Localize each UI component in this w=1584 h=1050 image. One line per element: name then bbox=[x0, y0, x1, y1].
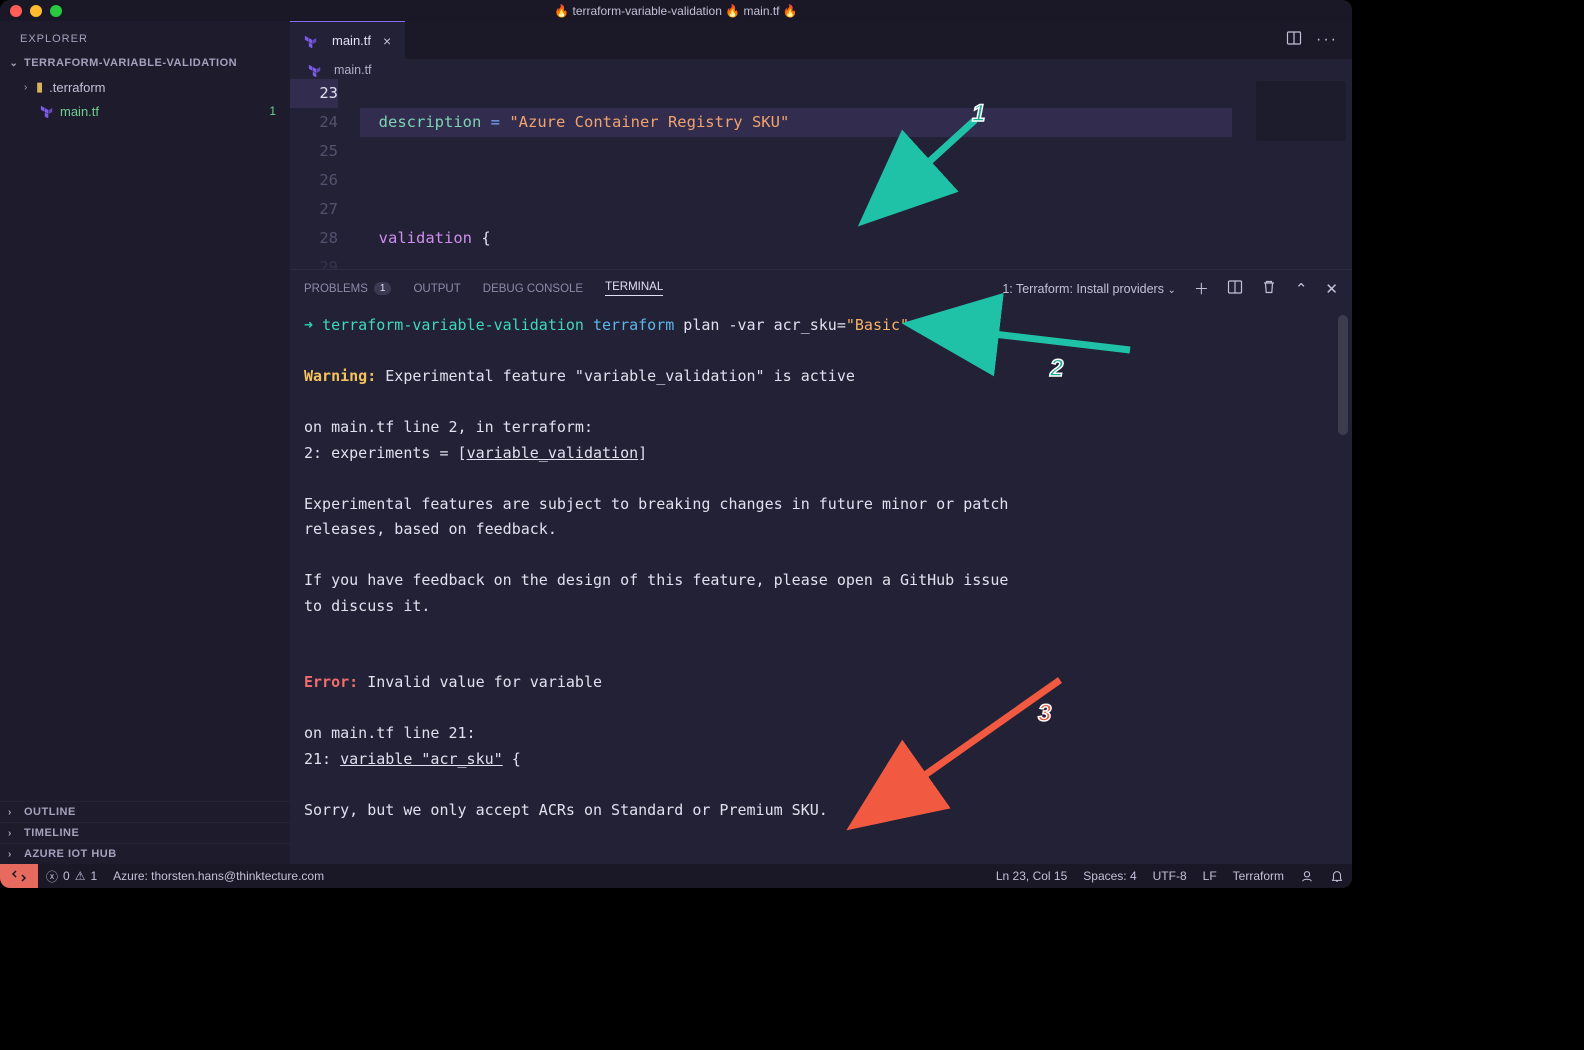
tree-folder-terraform[interactable]: › ▮ .terraform bbox=[0, 75, 290, 99]
chevron-down-icon: ⌄ bbox=[8, 58, 20, 69]
terminal-scrollbar[interactable] bbox=[1340, 305, 1350, 864]
maximize-window-button[interactable] bbox=[50, 5, 62, 17]
tree-file-badge: 1 bbox=[269, 104, 290, 118]
maximize-panel-button[interactable]: ⌃ bbox=[1295, 280, 1308, 298]
close-window-button[interactable] bbox=[10, 5, 22, 17]
breadcrumb-file: main.tf bbox=[334, 63, 372, 77]
annotation-number-2: 2 bbox=[1050, 355, 1063, 383]
code-editor[interactable]: 23 24 25 26 27 28 29 description = "Azur… bbox=[290, 79, 1352, 269]
terraform-file-icon bbox=[308, 63, 322, 77]
window-title: 🔥 terraform-variable-validation 🔥 main.t… bbox=[554, 4, 798, 18]
line-gutter: 23 24 25 26 27 28 29 bbox=[290, 79, 360, 269]
split-terminal-button[interactable] bbox=[1227, 279, 1243, 299]
tree-file-main-tf[interactable]: main.tf 1 bbox=[0, 99, 290, 123]
editor-tab-main-tf[interactable]: main.tf × bbox=[290, 21, 405, 59]
outline-label: OUTLINE bbox=[24, 806, 76, 818]
panel-tab-debug-console[interactable]: DEBUG CONSOLE bbox=[483, 283, 583, 295]
new-terminal-button[interactable]: ＋ bbox=[1194, 278, 1209, 299]
status-indentation[interactable]: Spaces: 4 bbox=[1075, 869, 1144, 883]
tab-label: main.tf bbox=[332, 33, 371, 48]
problems-count-badge: 1 bbox=[374, 282, 392, 295]
kill-terminal-button[interactable] bbox=[1261, 279, 1277, 299]
status-bar: ⓧ0 ⚠1 Azure: thorsten.hans@thinktecture.… bbox=[0, 864, 1352, 888]
window-title-text: 🔥 terraform-variable-validation 🔥 main.t… bbox=[554, 4, 798, 18]
terminal-cwd: terraform-variable-validation bbox=[322, 316, 584, 334]
terminal-task-selector[interactable]: 1: Terraform: Install providers ⌄ bbox=[1002, 282, 1176, 296]
traffic-lights bbox=[10, 5, 62, 17]
terraform-file-icon bbox=[40, 104, 54, 118]
tree-file-label: main.tf bbox=[60, 104, 269, 119]
scrollbar-thumb[interactable] bbox=[1338, 315, 1348, 435]
panel-tab-problems[interactable]: PROBLEMS 1 bbox=[304, 282, 391, 295]
chevron-right-icon: › bbox=[24, 82, 36, 93]
status-azure-account[interactable]: Azure: thorsten.hans@thinktecture.com bbox=[105, 869, 332, 883]
prompt-arrow-icon: ➜ bbox=[304, 316, 322, 334]
explorer-title: EXPLORER bbox=[0, 21, 290, 53]
minimize-window-button[interactable] bbox=[30, 5, 42, 17]
split-editor-icon[interactable] bbox=[1286, 30, 1302, 51]
bottom-panel: PROBLEMS 1 OUTPUT DEBUG CONSOLE TERMINAL… bbox=[290, 269, 1352, 864]
status-problems[interactable]: ⓧ0 ⚠1 bbox=[38, 868, 105, 885]
status-encoding[interactable]: UTF-8 bbox=[1145, 869, 1195, 883]
status-eol[interactable]: LF bbox=[1195, 869, 1225, 883]
tree-folder-label: .terraform bbox=[49, 80, 290, 95]
panel-tab-output[interactable]: OUTPUT bbox=[413, 283, 460, 295]
warning-icon: ⚠ bbox=[75, 869, 86, 883]
error-label: Error: bbox=[304, 673, 358, 691]
terminal-command: terraform bbox=[593, 316, 674, 334]
error-icon: ⓧ bbox=[46, 868, 58, 885]
terraform-file-icon bbox=[304, 34, 318, 48]
chevron-right-icon: › bbox=[8, 828, 20, 839]
azure-iot-label: AZURE IOT HUB bbox=[24, 848, 117, 860]
chevron-right-icon: › bbox=[8, 849, 20, 860]
outline-section[interactable]: › OUTLINE bbox=[0, 801, 290, 822]
chevron-right-icon: › bbox=[8, 807, 20, 818]
close-tab-button[interactable]: × bbox=[379, 33, 395, 49]
status-language[interactable]: Terraform bbox=[1225, 869, 1292, 883]
panel-tab-terminal[interactable]: TERMINAL bbox=[605, 281, 663, 296]
notifications-icon[interactable] bbox=[1322, 869, 1352, 883]
status-cursor-position[interactable]: Ln 23, Col 15 bbox=[988, 869, 1075, 883]
code-body[interactable]: description = "Azure Container Registry … bbox=[360, 79, 1352, 269]
editor-tabs: main.tf × ··· bbox=[290, 21, 1352, 59]
vscode-window: 🔥 terraform-variable-validation 🔥 main.t… bbox=[0, 0, 1352, 888]
azure-iot-section[interactable]: › AZURE IOT HUB bbox=[0, 843, 290, 864]
terminal[interactable]: ➜ terraform-variable-validation terrafor… bbox=[290, 305, 1352, 864]
annotation-number-3: 3 bbox=[1038, 700, 1051, 728]
project-name: TERRAFORM-VARIABLE-VALIDATION bbox=[24, 57, 237, 69]
minimap[interactable] bbox=[1256, 81, 1346, 141]
sidebar-explorer: EXPLORER ⌄ TERRAFORM-VARIABLE-VALIDATION… bbox=[0, 21, 290, 864]
breadcrumb[interactable]: main.tf bbox=[290, 59, 1352, 79]
folder-icon: ▮ bbox=[36, 79, 43, 95]
more-actions-icon[interactable]: ··· bbox=[1316, 31, 1338, 49]
panel-tabs: PROBLEMS 1 OUTPUT DEBUG CONSOLE TERMINAL… bbox=[290, 270, 1352, 305]
annotation-number-1: 1 bbox=[972, 100, 985, 128]
titlebar: 🔥 terraform-variable-validation 🔥 main.t… bbox=[0, 0, 1352, 21]
remote-indicator[interactable] bbox=[0, 864, 38, 888]
timeline-label: TIMELINE bbox=[24, 827, 79, 839]
project-section-header[interactable]: ⌄ TERRAFORM-VARIABLE-VALIDATION bbox=[0, 53, 290, 73]
close-panel-button[interactable]: ✕ bbox=[1325, 280, 1338, 298]
feedback-icon[interactable] bbox=[1292, 869, 1322, 883]
chevron-down-icon: ⌄ bbox=[1167, 285, 1175, 296]
editor-actions: ··· bbox=[1272, 21, 1352, 59]
timeline-section[interactable]: › TIMELINE bbox=[0, 822, 290, 843]
warning-label: Warning: bbox=[304, 367, 376, 385]
